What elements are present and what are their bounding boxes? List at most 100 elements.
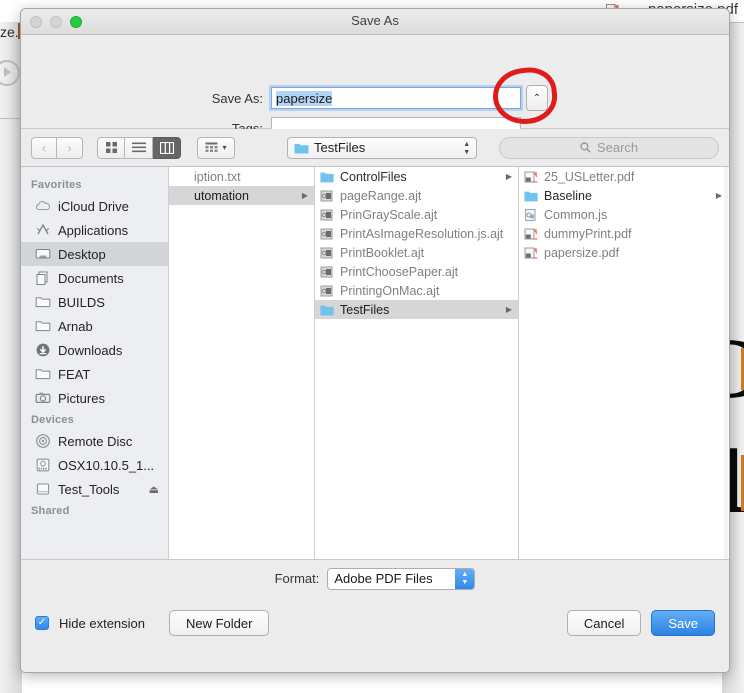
- file-browser: Favorites iCloud Drive Applications Desk…: [21, 167, 729, 559]
- new-folder-button[interactable]: New Folder: [169, 610, 270, 636]
- action-bar: ✓ Hide extension New Folder Cancel Save: [21, 597, 729, 649]
- sidebar-item-osx-volume[interactable]: OSX10.10.5_1...: [21, 453, 168, 477]
- sidebar-item-label: iCloud Drive: [58, 198, 129, 214]
- sidebar-item-label: Desktop: [58, 246, 106, 262]
- downloads-icon: [36, 343, 50, 357]
- arrange-icon: [205, 142, 218, 152]
- sidebar-item-documents[interactable]: Documents: [21, 266, 168, 290]
- hide-extension-checkbox[interactable]: ✓: [35, 616, 49, 630]
- list-item[interactable]: PrinGrayScale.ajt: [315, 205, 518, 224]
- collapse-toggle-button[interactable]: ⌃: [526, 85, 548, 111]
- sidebar-item-test-tools[interactable]: Test_Tools ⏏: [21, 477, 168, 501]
- checkmark-icon: ✓: [37, 617, 47, 628]
- folder-icon: [35, 297, 51, 308]
- cloud-icon: [35, 201, 51, 211]
- list-item-label: utomation: [194, 188, 249, 203]
- dialog-titlebar: Save As: [21, 9, 729, 35]
- format-popup-button[interactable]: Adobe PDF Files ▲ ▼: [327, 567, 476, 590]
- sidebar-item-arnab[interactable]: Arnab: [21, 314, 168, 338]
- list-item[interactable]: TestFiles ▶: [315, 300, 518, 319]
- script-file-icon: [320, 228, 333, 239]
- list-item[interactable]: utomation ▶: [169, 186, 314, 205]
- list-item[interactable]: ControlFiles ▶: [315, 167, 518, 186]
- list-item[interactable]: Common.js: [519, 205, 728, 224]
- browser-toolbar: ‹ › ▾ TestFiles ▲ ▼ Search: [21, 129, 729, 167]
- list-icon: [131, 142, 146, 153]
- list-item[interactable]: dummyPrint.pdf: [519, 224, 728, 243]
- column-view-button[interactable]: [153, 136, 181, 159]
- sidebar-item-label: BUILDS: [58, 294, 105, 310]
- list-view-button[interactable]: [125, 136, 153, 159]
- icon-view-button[interactable]: [97, 136, 125, 159]
- sidebar-item-label: FEAT: [58, 366, 91, 382]
- sidebar-item-label: OSX10.10.5_1...: [58, 457, 155, 473]
- background-left-text: ze.: [0, 24, 19, 40]
- list-item-label: dummyPrint.pdf: [544, 226, 632, 241]
- list-item[interactable]: PrintAsImageResolution.js.ajt: [315, 224, 518, 243]
- eject-icon[interactable]: ⏏: [149, 483, 159, 496]
- folder-icon: [320, 305, 334, 315]
- hide-extension-label: Hide extension: [59, 615, 145, 631]
- list-item[interactable]: PrintBooklet.ajt: [315, 243, 518, 262]
- drive-icon: [36, 483, 50, 495]
- column-1: iption.txt utomation ▶: [169, 167, 315, 559]
- stepper-icon: ▲ ▼: [455, 568, 475, 589]
- pdf-file-icon: [524, 247, 538, 259]
- harddisk-icon: [36, 458, 50, 472]
- path-popup-label: TestFiles: [313, 140, 366, 155]
- sidebar-section-devices: Devices: [31, 414, 74, 426]
- search-input[interactable]: Search: [499, 136, 719, 159]
- documents-icon: [36, 271, 48, 285]
- list-item[interactable]: papersize.pdf: [519, 243, 728, 262]
- format-label: Format:: [274, 571, 320, 586]
- folder-icon: [524, 191, 538, 201]
- cancel-button[interactable]: Cancel: [566, 610, 642, 636]
- view-mode-buttons: [97, 136, 181, 159]
- sidebar-item-pictures[interactable]: Pictures: [21, 386, 168, 410]
- sidebar-item-feat[interactable]: FEAT: [21, 362, 168, 386]
- back-button[interactable]: ‹: [31, 136, 57, 159]
- sidebar-item-builds[interactable]: BUILDS: [21, 290, 168, 314]
- grid-icon: [105, 142, 117, 153]
- list-item[interactable]: iption.txt: [169, 167, 314, 186]
- script-file-icon: [320, 285, 333, 296]
- js-file-icon: [525, 208, 536, 221]
- sidebar-item-downloads[interactable]: Downloads: [21, 338, 168, 362]
- applications-icon: [36, 223, 50, 235]
- sidebar-item-desktop[interactable]: Desktop: [21, 242, 168, 266]
- navigation-buttons: ‹ ›: [31, 136, 83, 159]
- desktop-icon: [35, 248, 51, 259]
- column-browser: iption.txt utomation ▶ ControlFiles ▶ pa…: [169, 167, 729, 559]
- chevron-up-icon: ⌃: [532, 92, 542, 104]
- list-item[interactable]: Baseline ▶: [519, 186, 728, 205]
- script-file-icon: [320, 209, 333, 220]
- sidebar-item-remote-disc[interactable]: Remote Disc: [21, 429, 168, 453]
- save-button[interactable]: Save: [651, 610, 715, 636]
- list-item-label: PrintingOnMac.ajt: [340, 283, 440, 298]
- save-as-input[interactable]: papersize: [271, 87, 521, 109]
- sidebar-item-label: Applications: [58, 222, 129, 238]
- save-as-value: papersize: [276, 90, 333, 106]
- list-item[interactable]: PrintingOnMac.ajt: [315, 281, 518, 300]
- sidebar-item-icloud-drive[interactable]: iCloud Drive: [21, 194, 168, 218]
- sidebar-section-favorites: Favorites: [31, 179, 82, 191]
- save-as-row: Save As: papersize: [21, 87, 521, 109]
- list-item-label: PrintAsImageResolution.js.ajt: [340, 226, 504, 241]
- disclosure-icon: ▶: [301, 191, 308, 200]
- sidebar-item-label: Downloads: [58, 342, 123, 358]
- script-file-icon: [320, 266, 333, 277]
- list-item-label: PrinGrayScale.ajt: [340, 207, 438, 222]
- list-item[interactable]: pageRange.ajt: [315, 186, 518, 205]
- list-item[interactable]: 25_USLetter.pdf: [519, 167, 728, 186]
- forward-button[interactable]: ›: [57, 136, 83, 159]
- column-scrollbar[interactable]: [724, 167, 728, 559]
- arrange-button[interactable]: ▾: [197, 136, 235, 159]
- list-item[interactable]: PrintChoosePaper.ajt: [315, 262, 518, 281]
- folder-icon: [35, 369, 51, 380]
- sidebar-item-label: Pictures: [58, 390, 105, 406]
- list-item-label: PrintChoosePaper.ajt: [340, 264, 459, 279]
- path-popup-button[interactable]: TestFiles ▲ ▼: [286, 136, 478, 159]
- sidebar-item-label: Arnab: [58, 318, 93, 334]
- sidebar-item-applications[interactable]: Applications: [21, 218, 168, 242]
- list-item-label: Common.js: [544, 207, 608, 222]
